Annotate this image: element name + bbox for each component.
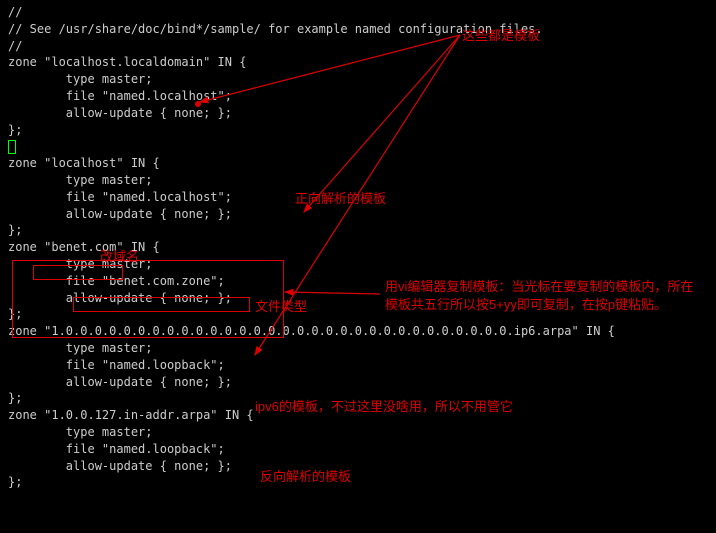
line-33: }; <box>8 474 708 491</box>
line-23: zone "1.0.0.0.0.0.0.0.0.0.0.0.0.0.0.0.0.… <box>8 323 708 340</box>
line-1: // <box>8 4 708 21</box>
line-8: allow-update { none; }; <box>8 105 708 122</box>
line-6: type master; <box>8 71 708 88</box>
annotation-domain: 改域名 <box>100 248 139 266</box>
line-30: type master; <box>8 424 708 441</box>
line-12: type master; <box>8 172 708 189</box>
annotation-ipv6: ipv6的模板，不过这里没啥用，所以不用管它 <box>255 398 513 416</box>
line-15: }; <box>8 222 708 239</box>
annotation-vi: 用vi编辑器复制模板：当光标在要复制的模板内，所在模板共五行所以按5+yy即可复… <box>385 278 705 314</box>
line-31: file "named.loopback"; <box>8 441 708 458</box>
cursor-icon <box>8 140 16 154</box>
line-24: type master; <box>8 340 708 357</box>
line-7: file "named.localhost"; <box>8 88 708 105</box>
arrow-head-dot <box>195 101 201 107</box>
line-32: allow-update { none; }; <box>8 458 708 475</box>
line-10 <box>8 138 708 155</box>
annotation-forward: 正向解析的模板 <box>295 190 386 208</box>
line-3: // <box>8 38 708 55</box>
annotation-templates: 这些都是模板 <box>462 27 540 45</box>
annotation-filetype: 文件类型 <box>255 298 307 316</box>
line-25: file "named.loopback"; <box>8 357 708 374</box>
line-5: zone "localhost.localdomain" IN { <box>8 54 708 71</box>
annotation-reverse: 反向解析的模板 <box>260 468 351 486</box>
line-2: // See /usr/share/doc/bind*/sample/ for … <box>8 21 708 38</box>
line-11: zone "localhost" IN { <box>8 155 708 172</box>
line-26: allow-update { none; }; <box>8 374 708 391</box>
line-9: }; <box>8 122 708 139</box>
